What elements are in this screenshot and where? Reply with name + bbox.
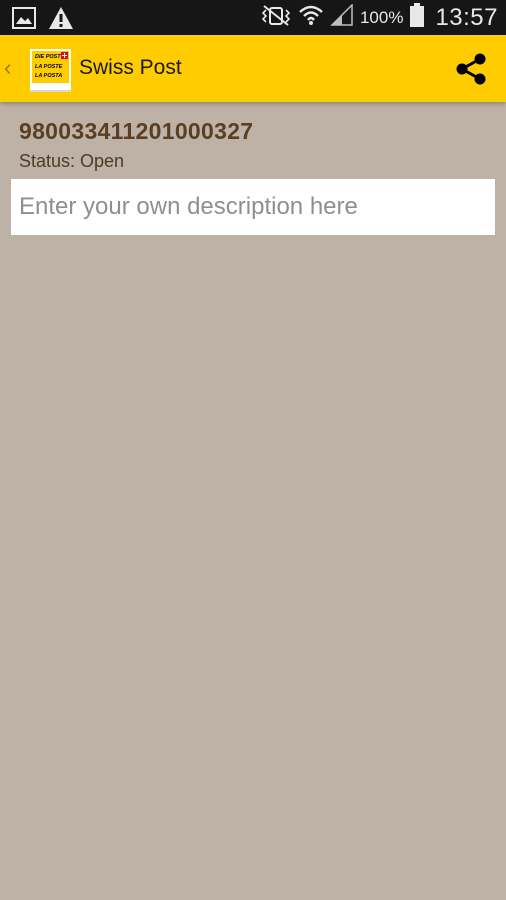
logo-line-3: LA POSTA bbox=[35, 73, 63, 79]
status-bar-notifications bbox=[12, 6, 74, 35]
chevron-left-icon: ‹ bbox=[4, 55, 12, 80]
share-button[interactable] bbox=[454, 52, 488, 86]
battery-percent: 100% bbox=[359, 7, 404, 27]
swiss-cross-icon bbox=[61, 52, 68, 59]
logo-line-2: LA POSTE bbox=[35, 64, 63, 70]
signal-icon bbox=[330, 3, 354, 31]
description-input[interactable] bbox=[11, 179, 495, 235]
wifi-icon bbox=[298, 4, 324, 31]
clock: 13:57 bbox=[435, 3, 498, 31]
vibrate-icon bbox=[260, 4, 292, 31]
shipment-status: Status: Open bbox=[19, 151, 125, 171]
warning-icon bbox=[48, 6, 74, 35]
battery-icon bbox=[409, 3, 425, 32]
status-bar-system: 100% 13:57 bbox=[260, 0, 498, 35]
status-bar: 100% 13:57 bbox=[0, 0, 506, 35]
image-icon bbox=[12, 7, 36, 34]
tracking-number: 980033411201000327 bbox=[19, 118, 254, 144]
share-icon bbox=[456, 53, 486, 85]
logo-line-1: DIE POST bbox=[35, 54, 61, 60]
action-bar: ‹ DIE POST LA POSTE LA POSTA Swiss Post bbox=[0, 35, 506, 102]
app-title: Swiss Post bbox=[79, 56, 182, 79]
swiss-post-logo: DIE POST LA POSTE LA POSTA bbox=[30, 49, 71, 92]
